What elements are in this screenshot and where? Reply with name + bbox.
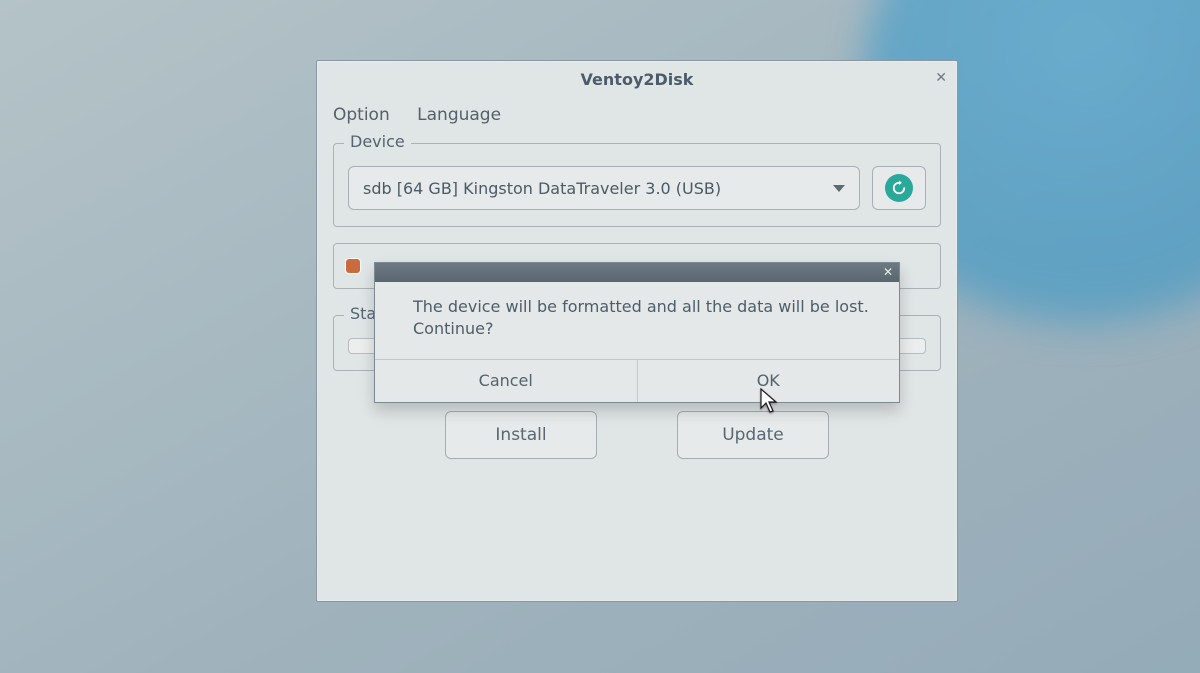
titlebar: Ventoy2Disk ✕ [317, 61, 957, 97]
device-select-value: sdb [64 GB] Kingston DataTraveler 3.0 (U… [363, 179, 721, 198]
device-select[interactable]: sdb [64 GB] Kingston DataTraveler 3.0 (U… [348, 166, 860, 210]
menubar: Option Language [317, 97, 957, 137]
install-button[interactable]: Install [445, 411, 597, 459]
chevron-down-icon [833, 185, 845, 192]
dialog-cancel-button[interactable]: Cancel [375, 360, 637, 402]
menu-language[interactable]: Language [409, 101, 509, 129]
dialog-line1: The device will be formatted and all the… [413, 296, 877, 318]
format-confirm-dialog: ✕ The device will be formatted and all t… [374, 262, 900, 403]
window-close-button[interactable]: ✕ [935, 70, 947, 86]
refresh-icon [885, 174, 913, 202]
device-group-label: Device [344, 132, 411, 151]
lock-icon [346, 259, 360, 273]
update-button[interactable]: Update [677, 411, 829, 459]
window-title: Ventoy2Disk [581, 70, 694, 89]
menu-option[interactable]: Option [325, 101, 398, 129]
dialog-actions: Cancel OK [375, 359, 899, 402]
dialog-titlebar: ✕ [375, 263, 899, 282]
device-refresh-button[interactable] [872, 166, 926, 210]
dialog-message: The device will be formatted and all the… [375, 282, 899, 359]
dialog-line2: Continue? [413, 318, 877, 340]
dialog-close-button[interactable]: ✕ [883, 265, 893, 279]
dialog-ok-button[interactable]: OK [637, 360, 900, 402]
device-group: Device sdb [64 GB] Kingston DataTraveler… [333, 143, 941, 227]
action-row: Install Update [317, 411, 957, 459]
